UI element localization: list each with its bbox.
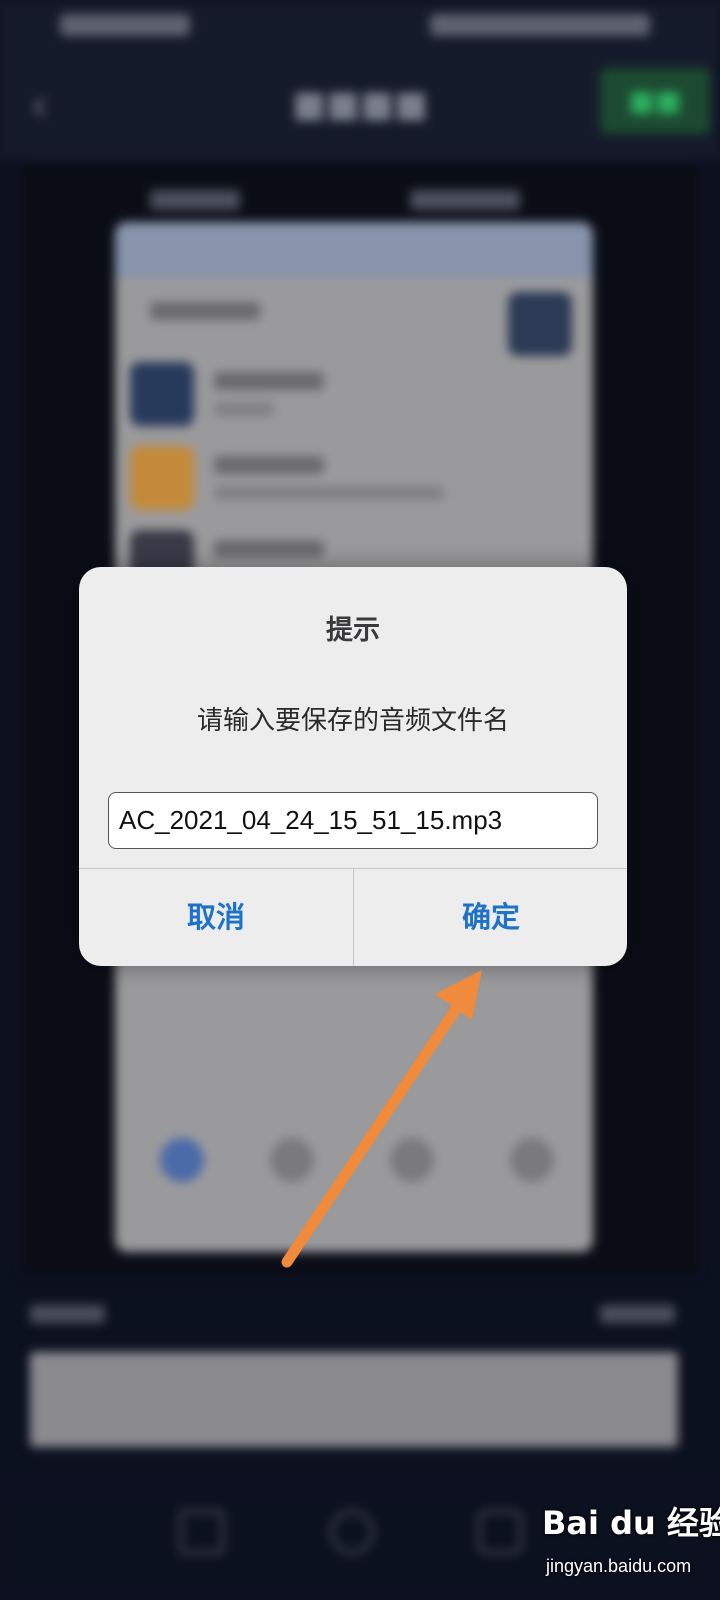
nav-back-button[interactable]: [180, 1510, 224, 1554]
dock-item: [270, 1138, 314, 1182]
timeline-strip[interactable]: [30, 1352, 678, 1447]
filename-input[interactable]: [108, 792, 598, 849]
list-item: [130, 446, 580, 516]
confirm-button[interactable]: 确定: [354, 869, 627, 966]
thumb: [130, 362, 194, 426]
status-bar: [0, 0, 720, 50]
list-line: [214, 402, 274, 416]
baidu-jingyan-watermark: Bai du 经验 jingyan.baidu.com: [542, 1490, 720, 1590]
status-bar-left-blurred: [60, 14, 190, 36]
list-line: [214, 456, 324, 474]
watermark-logo: Bai du 经验: [542, 1504, 720, 1542]
timeline-end-label: [600, 1305, 675, 1323]
list-line: [214, 372, 324, 390]
status-bar-right-blurred: [430, 14, 650, 36]
dialog-title: 提示: [326, 615, 380, 646]
preview-tag: [410, 190, 520, 210]
recorded-screen-topbar: [115, 222, 593, 277]
thumb: [130, 446, 194, 510]
list-line: [214, 486, 444, 500]
list-line: [214, 540, 324, 558]
header-action-button-blurred[interactable]: ■■: [600, 68, 710, 134]
list-item: [130, 362, 580, 432]
nav-recents-button[interactable]: [478, 1510, 522, 1554]
save-audio-dialog: 提示 请输入要保存的音频文件名 取消 确定: [79, 567, 627, 966]
dock-item: [160, 1138, 204, 1182]
dialog-message: 请输入要保存的音频文件名: [196, 706, 509, 736]
thumb: [508, 292, 572, 356]
dock-item: [510, 1138, 554, 1182]
header-title-blurred: ■■■■: [291, 84, 429, 125]
list-item: [130, 292, 580, 362]
watermark-url: jingyan.baidu.com: [546, 1556, 692, 1576]
dock-item: [390, 1138, 434, 1182]
list-line: [150, 302, 260, 320]
back-icon[interactable]: ‹: [30, 80, 70, 130]
timeline-start-label: [30, 1305, 105, 1323]
nav-home-button[interactable]: [330, 1510, 374, 1554]
preview-tag: [150, 190, 240, 210]
cancel-button[interactable]: 取消: [79, 869, 353, 966]
